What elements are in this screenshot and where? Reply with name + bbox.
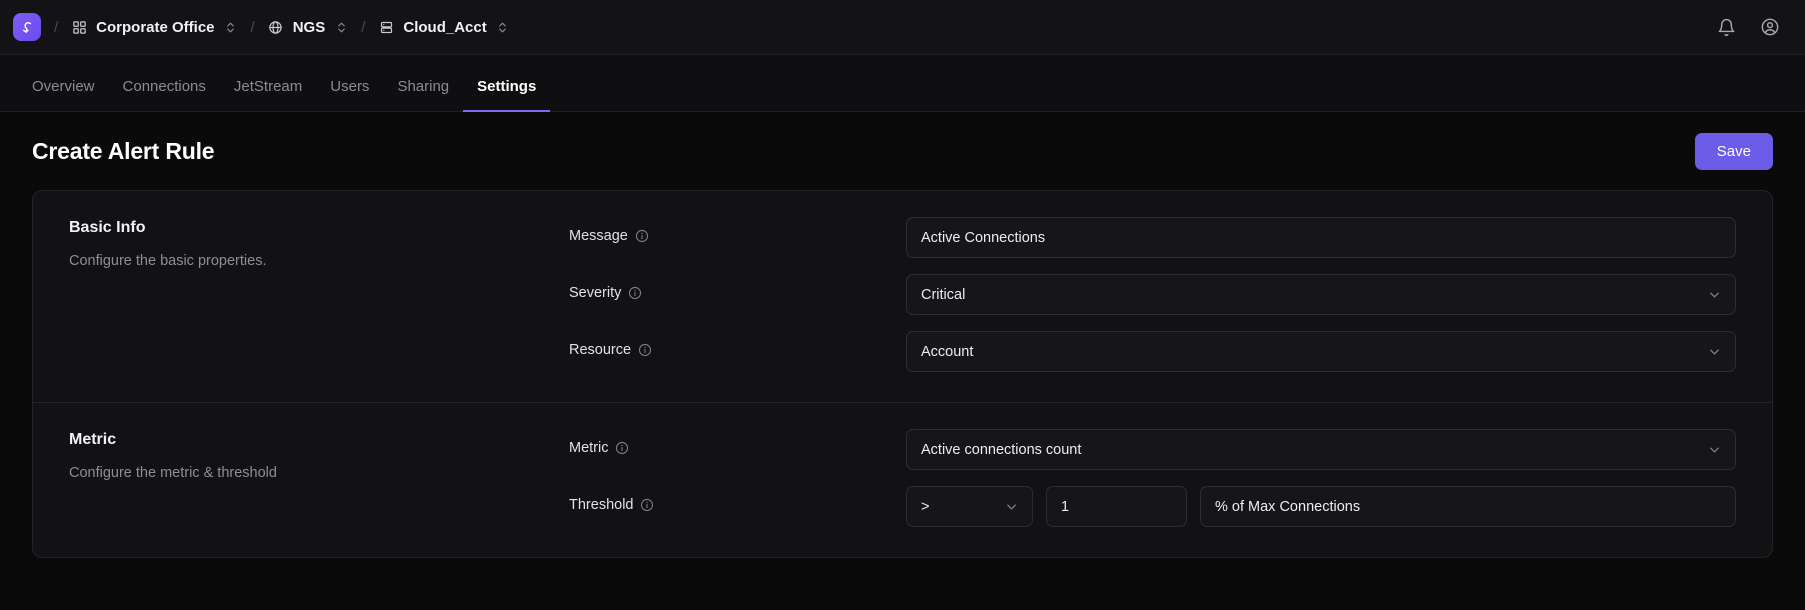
metric-select[interactable]: Active connections count (906, 429, 1736, 470)
info-circle-icon[interactable] (615, 441, 629, 455)
section-metric-fields: Metric Active connections count Threshol… (569, 429, 1736, 527)
info-circle-icon[interactable] (640, 498, 654, 512)
breadcrumb-separator-2: / (250, 18, 255, 36)
metric-select-value: Active connections count (921, 441, 1082, 458)
tab-jetstream[interactable]: JetStream (220, 78, 316, 112)
section-metric-intro: Metric Configure the metric & threshold (69, 429, 569, 527)
threshold-operator-value: > (921, 498, 930, 515)
chevron-updown-icon[interactable] (334, 20, 348, 34)
alert-rule-form-card: Basic Info Configure the basic propertie… (32, 190, 1773, 558)
topbar-actions (1715, 16, 1781, 38)
info-circle-icon[interactable] (635, 229, 649, 243)
threshold-unit-input[interactable] (1200, 486, 1736, 527)
field-threshold-label: Threshold (569, 497, 634, 513)
info-circle-icon[interactable] (638, 343, 652, 357)
server-stack-icon (378, 19, 394, 35)
section-metric-title: Metric (69, 431, 117, 448)
field-threshold-label-group: Threshold (569, 486, 906, 513)
field-resource-label: Resource (569, 342, 632, 358)
tab-settings[interactable]: Settings (463, 78, 551, 112)
grid-squares-icon (71, 19, 87, 35)
breadcrumb-account[interactable]: Cloud_Acct (378, 19, 509, 36)
tab-sharing[interactable]: Sharing (383, 78, 463, 112)
chevron-down-icon (1004, 499, 1019, 514)
field-resource-control: Account (906, 331, 1736, 372)
field-resource-label-group: Resource (569, 331, 906, 358)
severity-select-value: Critical (921, 286, 966, 303)
section-metric-description: Configure the metric & threshold (69, 465, 277, 481)
field-metric: Metric Active connections count (569, 429, 1736, 470)
field-metric-label-group: Metric (569, 429, 906, 456)
severity-select[interactable]: Critical (906, 274, 1736, 315)
bell-icon[interactable] (1715, 16, 1737, 38)
save-button[interactable]: Save (1694, 132, 1773, 170)
section-metric: Metric Configure the metric & threshold … (33, 402, 1772, 557)
section-basic-info-intro: Basic Info Configure the basic propertie… (69, 217, 569, 372)
page-title: Create Alert Rule (32, 137, 215, 164)
breadcrumb-system-label: NGS (292, 18, 326, 36)
section-basic-info-fields: Message Severity (569, 217, 1736, 372)
tab-users[interactable]: Users (316, 78, 383, 112)
section-basic-info-title: Basic Info (69, 219, 146, 236)
tab-overview[interactable]: Overview (18, 78, 109, 112)
breadcrumb-organization-label: Corporate Office (96, 18, 215, 36)
breadcrumb-account-label: Cloud_Acct (403, 18, 487, 36)
field-severity-control: Critical (906, 274, 1736, 315)
user-circle-icon[interactable] (1759, 16, 1781, 38)
threshold-amount-input[interactable] (1046, 486, 1187, 527)
field-severity-label: Severity (569, 285, 622, 301)
top-bar: / Corporate Office / NGS / Cloud_Acct (0, 0, 1805, 55)
field-threshold-control: > (906, 486, 1736, 527)
chevron-updown-icon[interactable] (496, 20, 510, 34)
globe-icon (268, 19, 284, 35)
tab-bar: Overview Connections JetStream Users Sha… (0, 55, 1805, 112)
field-severity-label-group: Severity (569, 274, 906, 301)
section-basic-info: Basic Info Configure the basic propertie… (33, 191, 1772, 402)
field-resource: Resource Account (569, 331, 1736, 372)
field-message-label: Message (569, 228, 628, 244)
field-message-label-group: Message (569, 217, 906, 244)
message-input[interactable] (906, 217, 1736, 258)
threshold-operator-select[interactable]: > (906, 486, 1033, 527)
field-severity: Severity Critical (569, 274, 1736, 315)
field-metric-label: Metric (569, 440, 609, 456)
section-basic-info-description: Configure the basic properties. (69, 253, 267, 269)
chevron-down-icon (1707, 287, 1722, 302)
field-message: Message (569, 217, 1736, 258)
resource-select-value: Account (921, 343, 974, 360)
breadcrumb-organization[interactable]: Corporate Office (71, 19, 237, 36)
breadcrumb-separator-3: / (361, 18, 366, 36)
chevron-down-icon (1707, 442, 1722, 457)
chevron-updown-icon[interactable] (224, 20, 238, 34)
chevron-down-icon (1707, 344, 1722, 359)
resource-select[interactable]: Account (906, 331, 1736, 372)
field-threshold: Threshold > (569, 486, 1736, 527)
info-circle-icon[interactable] (628, 286, 642, 300)
field-metric-control: Active connections count (906, 429, 1736, 470)
breadcrumb-separator-1: / (54, 18, 59, 36)
synadia-logo-icon[interactable] (13, 13, 41, 41)
breadcrumb-system[interactable]: NGS (268, 19, 349, 36)
field-message-control (906, 217, 1736, 258)
tab-connections[interactable]: Connections (109, 78, 220, 112)
page-header: Create Alert Rule Save (0, 112, 1805, 190)
